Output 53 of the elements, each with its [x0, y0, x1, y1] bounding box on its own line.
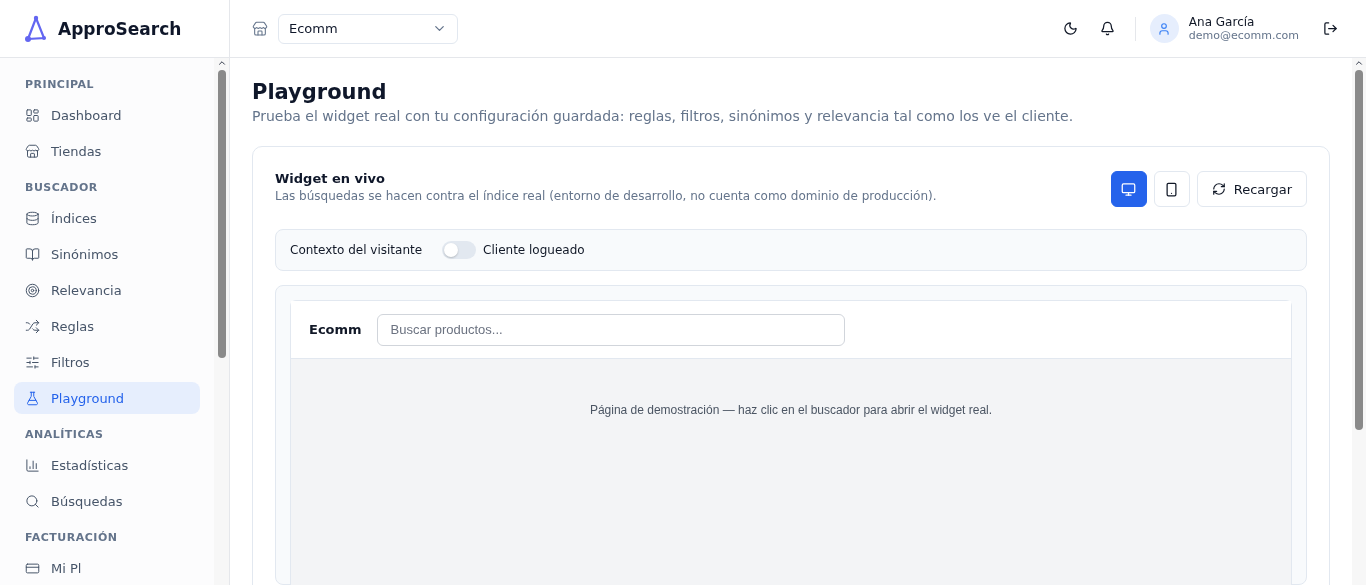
nav-item[interactable]: Relevancia — [14, 274, 200, 306]
nav-item[interactable]: Mi Pl — [14, 552, 200, 584]
store-icon — [252, 20, 268, 37]
book-icon — [25, 246, 40, 262]
nav-item[interactable]: Sinónimos — [14, 238, 200, 270]
nav-item[interactable]: Dashboard — [14, 99, 200, 131]
search-icon — [25, 493, 40, 509]
shuffle-icon — [25, 318, 40, 334]
scrollbar[interactable] — [214, 58, 229, 585]
demo-text: Página de demostración — haz clic en el buscador para abrir el widget real. — [588, 402, 994, 417]
section-title: BUSCADOR — [24, 180, 99, 196]
nav-item[interactable]: Filtros — [14, 346, 200, 378]
section-title: PRINCIPAL — [24, 77, 96, 93]
avatar — [1149, 14, 1179, 43]
nav-item[interactable]: Búsquedas — [14, 485, 200, 517]
store-name: Ecomm — [309, 322, 362, 337]
nav-item[interactable]: Tiendas — [14, 135, 200, 167]
toggle-label: Cliente logueado — [483, 243, 585, 257]
context-label: Contexto del visitante — [290, 243, 423, 257]
grid-icon — [25, 107, 40, 123]
user-name: Ana García — [1188, 15, 1256, 29]
sliders-icon — [25, 354, 40, 370]
nav-item[interactable]: Reglas — [14, 310, 200, 342]
scroll-up-icon[interactable] — [1354, 58, 1364, 68]
nav-item[interactable]: Índices — [14, 202, 200, 234]
page-subtitle: Prueba el widget real con tu configuración guardada: reglas, filtros, sinónimos y relevancia tal como los ve el cliente. — [252, 108, 1075, 124]
search-field[interactable]: Buscar productos... — [376, 313, 845, 346]
logo-icon — [24, 14, 48, 43]
bar-chart-icon — [25, 457, 40, 473]
mobile-view-button[interactable] — [1153, 171, 1190, 207]
store-select[interactable]: Ecomm — [278, 13, 458, 44]
scroll-up-icon[interactable] — [216, 58, 227, 68]
nav-item[interactable]: Playground — [14, 382, 200, 414]
card-title: Widget en vivo — [275, 171, 386, 186]
phone-icon — [1164, 181, 1180, 197]
brand-name: ApproSearch — [58, 18, 182, 39]
flask-icon — [25, 390, 40, 406]
toggle-switch[interactable] — [442, 241, 477, 259]
reload-button[interactable]: Recargar — [1196, 171, 1307, 207]
card-description: Las búsquedas se hacen contra el índice real (entorno de desarrollo, no cuenta como dominio de producción). — [275, 189, 937, 203]
refresh-icon — [1211, 182, 1226, 196]
store-icon — [25, 143, 40, 159]
user-email: demo@ecomm.com — [1188, 29, 1299, 42]
section-title: ANALÍTICAS — [24, 427, 105, 443]
monitor-icon — [1121, 181, 1137, 197]
section-title: FACTURACIÓN — [24, 530, 119, 546]
card-icon — [25, 560, 40, 576]
scrollbar[interactable] — [1352, 58, 1366, 585]
database-icon — [25, 210, 40, 226]
desktop-view-button[interactable] — [1110, 171, 1147, 207]
page-title: Playground — [252, 80, 388, 104]
target-icon — [25, 282, 40, 298]
nav-item[interactable]: Estadísticas — [14, 449, 200, 481]
